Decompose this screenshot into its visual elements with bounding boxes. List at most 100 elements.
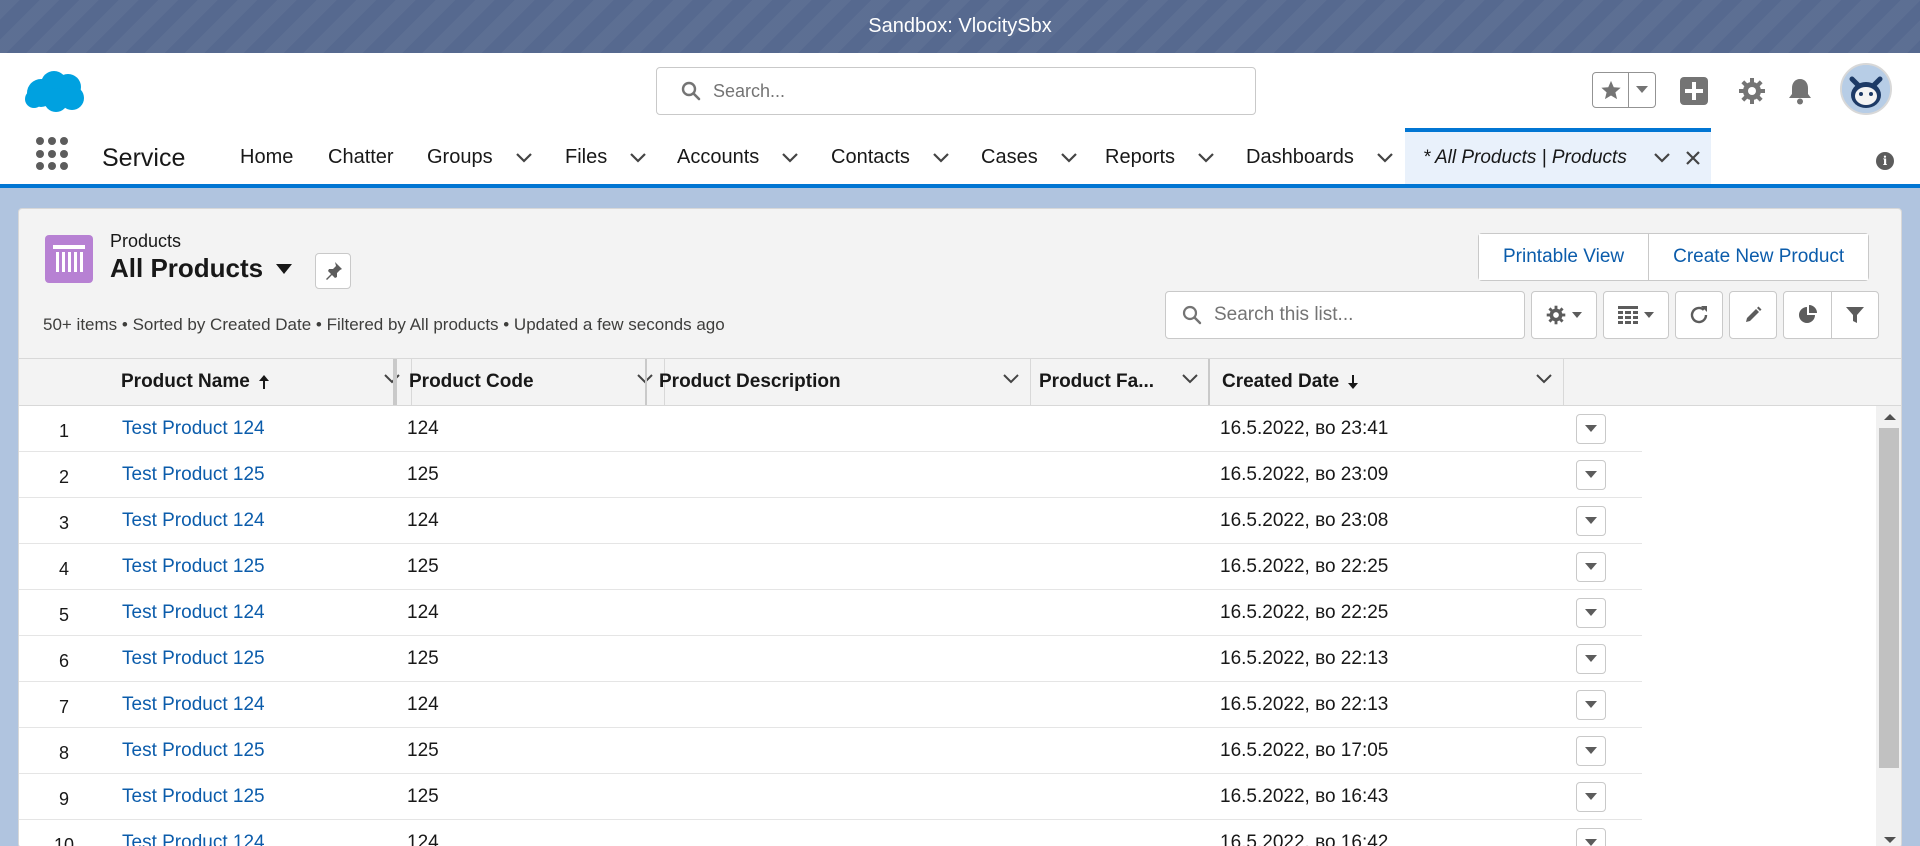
- product-name-link[interactable]: Test Product 124: [122, 590, 265, 635]
- list-search-input[interactable]: [1214, 304, 1514, 326]
- show-charts-button[interactable]: [1784, 292, 1831, 338]
- column-header-product-name[interactable]: Product Name: [109, 359, 412, 405]
- chevron-down-icon: [1585, 609, 1597, 616]
- row-actions-button[interactable]: [1576, 598, 1606, 628]
- row-number: 1: [58, 421, 69, 441]
- product-name-link[interactable]: Test Product 124: [122, 820, 265, 846]
- product-code: 124: [407, 509, 439, 531]
- product-code: 124: [407, 601, 439, 623]
- row-actions-button[interactable]: [1576, 782, 1606, 812]
- nav-item-groups[interactable]: Groups: [427, 146, 533, 169]
- search-icon: [1182, 305, 1202, 325]
- chevron-down-icon[interactable]: [629, 152, 647, 164]
- created-date: 16.5.2022, во 22:25: [1220, 555, 1389, 577]
- table-row: 1 Test Product 124 124 16.5.2022, во 23:41: [19, 406, 1642, 452]
- global-search[interactable]: [656, 67, 1256, 115]
- scroll-thumb[interactable]: [1879, 428, 1899, 768]
- created-date: 16.5.2022, во 17:05: [1220, 739, 1389, 761]
- chevron-down-icon[interactable]: [1181, 373, 1199, 385]
- product-name-link[interactable]: Test Product 124: [122, 498, 265, 543]
- chevron-down-icon[interactable]: [1002, 373, 1020, 385]
- tab-all-products[interactable]: * All Products | Products: [1405, 128, 1711, 184]
- chevron-down-icon[interactable]: [1653, 152, 1671, 164]
- favorites-menu-button[interactable]: [1629, 73, 1655, 107]
- product-name-link[interactable]: Test Product 124: [122, 406, 265, 451]
- product-name-link[interactable]: Test Product 125: [122, 774, 265, 819]
- chevron-down-icon[interactable]: [1376, 152, 1394, 164]
- chevron-down-icon: [1585, 793, 1597, 800]
- chevron-down-icon[interactable]: [515, 152, 533, 164]
- row-actions-button[interactable]: [1576, 828, 1606, 846]
- create-new-product-button[interactable]: Create New Product: [1648, 234, 1869, 280]
- chevron-down-icon[interactable]: [932, 152, 950, 164]
- product-name-link[interactable]: Test Product 125: [122, 636, 265, 681]
- row-actions-button[interactable]: [1576, 460, 1606, 490]
- chevron-down-icon[interactable]: [1197, 152, 1215, 164]
- product-name-link[interactable]: Test Product 125: [122, 728, 265, 773]
- nav-item-home[interactable]: Home: [240, 146, 293, 169]
- global-search-input[interactable]: [713, 80, 1233, 102]
- info-icon[interactable]: i: [1876, 152, 1894, 170]
- refresh-button[interactable]: [1675, 291, 1723, 339]
- nav-item-reports[interactable]: Reports: [1105, 146, 1215, 169]
- created-date: 16.5.2022, во 22:13: [1220, 647, 1389, 669]
- row-actions-button[interactable]: [1576, 552, 1606, 582]
- row-actions-button[interactable]: [1576, 690, 1606, 720]
- product-name-link[interactable]: Test Product 124: [122, 682, 265, 727]
- list-search[interactable]: [1165, 291, 1525, 339]
- filter-button[interactable]: [1831, 292, 1878, 338]
- column-header-product-description[interactable]: Product Description: [645, 359, 1031, 405]
- list-view-selector[interactable]: All Products: [110, 253, 293, 284]
- product-name-link[interactable]: Test Product 125: [122, 544, 265, 589]
- product-name-link[interactable]: Test Product 125: [122, 452, 265, 497]
- products-table: Product Name Product Code Product Descri…: [19, 358, 1901, 846]
- filter-icon: [1846, 307, 1864, 323]
- pin-list-view-button[interactable]: [315, 253, 351, 289]
- product-code: 125: [407, 647, 439, 669]
- global-actions-button[interactable]: [1678, 75, 1710, 107]
- nav-item-dashboards[interactable]: Dashboards: [1246, 146, 1394, 169]
- chevron-down-icon: [1585, 747, 1597, 754]
- chevron-down-icon[interactable]: [275, 263, 293, 275]
- table-row: 10 Test Product 124 124 16.5.2022, во 16:42: [19, 820, 1642, 846]
- scroll-down-arrow-icon[interactable]: [1884, 837, 1896, 843]
- nav-item-chatter[interactable]: Chatter: [328, 146, 394, 169]
- setup-button[interactable]: [1736, 75, 1768, 107]
- column-header-created-date[interactable]: Created Date: [1208, 359, 1564, 405]
- row-actions-button[interactable]: [1576, 506, 1606, 536]
- chevron-down-icon[interactable]: [1535, 373, 1553, 385]
- avatar[interactable]: [1840, 63, 1892, 115]
- row-actions-button[interactable]: [1576, 736, 1606, 766]
- list-settings-button[interactable]: [1531, 291, 1597, 339]
- nav-item-accounts[interactable]: Accounts: [677, 146, 799, 169]
- chevron-down-icon[interactable]: [1060, 152, 1078, 164]
- close-icon[interactable]: [1685, 150, 1701, 166]
- row-actions-button[interactable]: [1576, 414, 1606, 444]
- nav-item-files[interactable]: Files: [565, 146, 647, 169]
- chevron-down-icon: [1636, 86, 1648, 93]
- chevron-down-icon[interactable]: [781, 152, 799, 164]
- row-number: 8: [58, 743, 69, 763]
- tab-all-products-label: * All Products | Products: [1423, 147, 1627, 168]
- printable-view-button[interactable]: Printable View: [1479, 234, 1649, 280]
- star-icon: [1600, 80, 1621, 100]
- display-as-button[interactable]: [1603, 291, 1669, 339]
- list-actions: Printable View Create New Product: [1478, 233, 1870, 281]
- salesforce-cloud-icon[interactable]: [24, 69, 86, 113]
- table-header: Product Name Product Code Product Descri…: [19, 358, 1901, 406]
- table-row: 4 Test Product 125 125 16.5.2022, во 22:25: [19, 544, 1642, 590]
- table-scrollbar[interactable]: [1876, 406, 1901, 846]
- list-meta: 50+ items • Sorted by Created Date • Fil…: [43, 315, 725, 334]
- inline-edit-button[interactable]: [1729, 291, 1777, 339]
- app-launcher-waffle-icon[interactable]: [36, 137, 70, 171]
- nav-item-cases[interactable]: Cases: [981, 146, 1078, 169]
- favorites-group: [1592, 72, 1656, 108]
- column-header-product-code[interactable]: Product Code: [393, 359, 665, 405]
- row-actions-button[interactable]: [1576, 644, 1606, 674]
- favorites-button[interactable]: [1593, 73, 1629, 107]
- chevron-down-icon: [1585, 839, 1597, 846]
- nav-item-contacts[interactable]: Contacts: [831, 146, 950, 169]
- notifications-button[interactable]: [1784, 75, 1816, 107]
- column-header-product-family[interactable]: Product Fa...: [1027, 359, 1210, 405]
- scroll-up-arrow-icon[interactable]: [1884, 414, 1896, 420]
